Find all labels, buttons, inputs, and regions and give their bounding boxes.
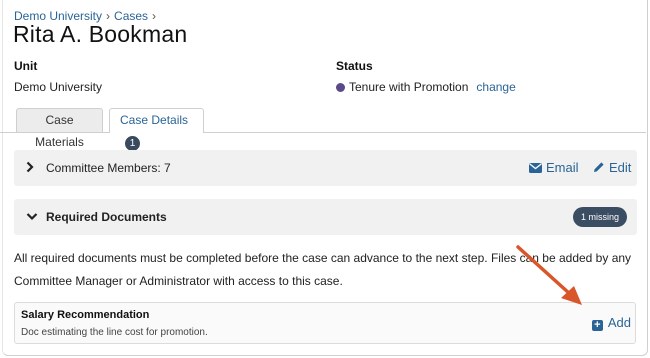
email-label: Email [546,160,579,175]
add-document-button[interactable]: + Add [591,315,631,331]
tab-case-details-label: Case Details [120,113,189,127]
chevron-right-icon[interactable] [26,161,34,176]
pencil-icon [594,162,604,172]
edit-button[interactable]: Edit [593,160,631,175]
tab-badge: 1 [125,136,140,151]
missing-badge: 1 missing [572,207,627,227]
document-description: Doc estimating the line cost for promoti… [21,327,208,338]
email-button[interactable]: Email [529,160,579,175]
status-label: Status [336,59,373,73]
status-value: Tenure with Promotion [349,80,469,94]
committee-members-panel[interactable]: Committee Members: 7 Email Edit [14,150,637,186]
required-documents-panel[interactable]: Required Documents 1 missing [14,199,637,235]
envelope-icon [529,163,542,173]
status-value-row: Tenure with Promotion change [336,80,516,94]
required-documents-description: All required documents must be completed… [14,251,632,288]
edit-label: Edit [609,160,632,175]
committee-members-title: Committee Members: 7 [46,161,171,175]
chevron-down-icon[interactable] [26,210,38,224]
tab-case-materials[interactable]: Case Materials [16,108,103,149]
document-card: Salary Recommendation Doc estimating the… [14,302,636,344]
unit-label: Unit [14,59,38,73]
document-title: Salary Recommendation [21,309,150,321]
unit-value: Demo University [14,80,103,94]
change-status-link[interactable]: change [476,80,515,94]
case-tabs: Case Materials Case Details 1 [0,108,646,151]
status-dot [336,83,345,92]
tab-case-details[interactable]: Case Details 1 [109,108,204,151]
page-title: Rita A. Bookman [13,21,188,47]
add-label: Add [607,315,631,330]
plus-square-icon: + [591,320,603,331]
required-documents-title: Required Documents [46,210,167,224]
